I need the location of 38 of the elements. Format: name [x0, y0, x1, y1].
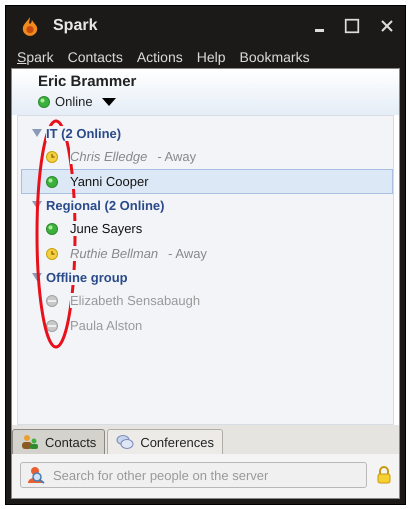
menu-item[interactable]: Contacts: [62, 49, 129, 65]
contact-name: Elizabeth Sensabaugh: [70, 293, 200, 308]
tab[interactable]: Conferences: [107, 429, 224, 454]
contact-name: Ruthie Bellman: [70, 246, 158, 261]
contact-row[interactable]: Yanni Cooper: [21, 169, 393, 194]
contact-name: Yanni Cooper: [70, 174, 149, 189]
menu-item[interactable]: Bookmarks: [234, 49, 316, 65]
caret-icon: [102, 98, 116, 106]
minimize-icon: [315, 28, 324, 32]
menu-item[interactable]: Actions: [130, 49, 189, 65]
search-field[interactable]: Search for other people on the server: [20, 462, 367, 488]
chat-bubbles-icon: [116, 434, 134, 450]
online-status-icon: [46, 222, 58, 234]
close-icon: [380, 19, 394, 33]
offline-status-icon: [46, 294, 58, 306]
user-name: Eric Brammer: [38, 73, 138, 90]
group-header[interactable]: Regional (2 Online): [18, 194, 393, 216]
menu-item[interactable]: Help: [190, 49, 232, 65]
online-status-icon: [46, 176, 58, 188]
maximize-icon: [344, 18, 360, 34]
contact-name: June Sayers: [70, 221, 142, 236]
group-header[interactable]: Offline group: [18, 266, 393, 288]
contact-name: Chris Elledge: [70, 149, 148, 164]
online-status-icon: [38, 96, 50, 108]
status-note: - Away: [157, 149, 196, 164]
flame-logo-icon: [21, 16, 39, 36]
status-dropdown[interactable]: Online: [38, 94, 116, 109]
people-icon: [21, 434, 39, 450]
contact-name: Paula Alston: [70, 318, 142, 333]
group-header[interactable]: IT (2 Online): [18, 122, 393, 144]
status-note: - Away: [168, 246, 207, 261]
away-clock-icon: [46, 150, 58, 162]
offline-status-icon: [46, 320, 58, 332]
window-title: Spark: [53, 17, 98, 35]
away-clock-icon: [46, 248, 58, 260]
tab[interactable]: Contacts: [12, 429, 106, 454]
menu-item[interactable]: Spark: [11, 49, 60, 65]
lock-icon: [377, 466, 391, 484]
